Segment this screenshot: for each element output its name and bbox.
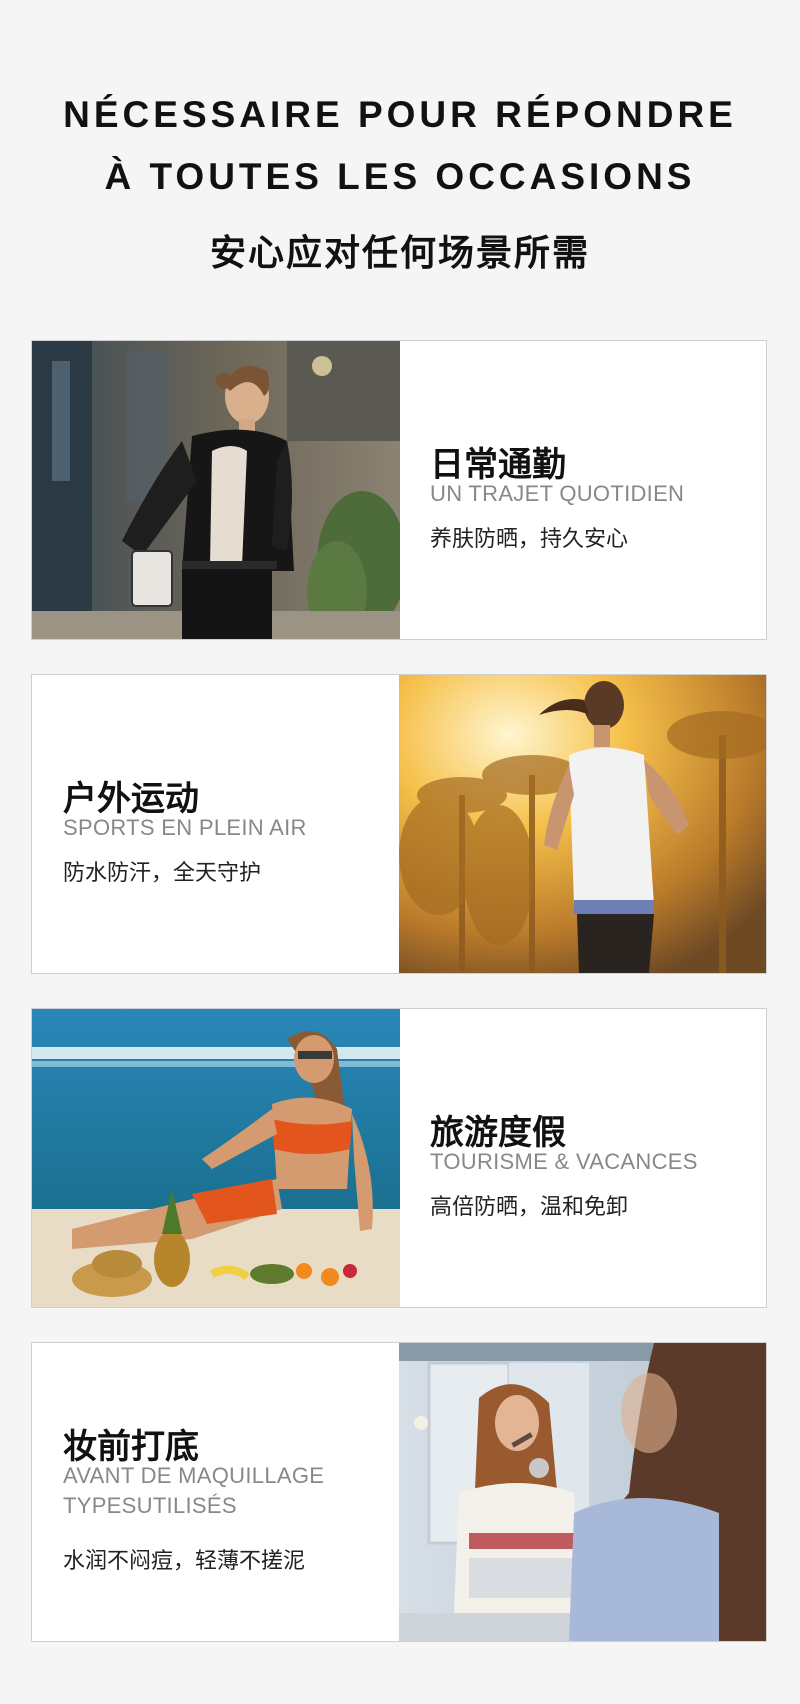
makeup-description: 水润不闷痘，轻薄不搓泥 (63, 1549, 306, 1574)
makeup-photo (399, 1343, 766, 1641)
commute-text: 日常通勤 UN TRAJET QUOTIDIEN 养肤防晒，持久安心 (399, 341, 766, 639)
travel-text: 旅游度假 TOURISME & VACANCES 高倍防晒，温和免卸 (399, 1009, 766, 1307)
scene-card-makeup-primer: 妆前打底 AVANT DE MAQUILLAGE TYPESUTILISÉS 水… (31, 1342, 767, 1642)
outdoor-photo (399, 675, 766, 973)
scene-card-outdoor-sports: 户外运动 SPORTS EN PLEIN AIR 防水防汗，全天守护 (31, 674, 767, 974)
woman-makeup-mirror-photo (399, 1343, 766, 1641)
travel-title-fr: TOURISME & VACANCES (430, 1149, 698, 1174)
commute-description: 养肤防晒，持久安心 (430, 527, 629, 552)
commute-photo (32, 341, 400, 639)
outdoor-text: 户外运动 SPORTS EN PLEIN AIR 防水防汗，全天守护 (32, 675, 400, 973)
travel-photo (32, 1009, 400, 1307)
outdoor-title-fr: SPORTS EN PLEIN AIR (63, 815, 307, 840)
commute-title-fr: UN TRAJET QUOTIDIEN (430, 481, 685, 506)
makeup-title-fr-line-1: AVANT DE MAQUILLAGE (63, 1463, 325, 1488)
headline-chinese: 安心应对任何场景所需 (209, 233, 590, 274)
woman-bikini-beach-photo (32, 1009, 400, 1307)
headline-line-2: À TOUTES LES OCCASIONS (104, 156, 696, 197)
woman-running-sunset-palms-photo (399, 675, 766, 973)
headline-line-1: NÉCESSAIRE POUR RÉPONDRE (63, 94, 737, 135)
makeup-text: 妆前打底 AVANT DE MAQUILLAGE TYPESUTILISÉS 水… (32, 1343, 400, 1641)
travel-description: 高倍防晒，温和免卸 (430, 1195, 629, 1220)
woman-commuting-street-photo (32, 341, 400, 639)
makeup-title-fr-line-2: TYPESUTILISÉS (63, 1493, 237, 1518)
outdoor-description: 防水防汗，全天守护 (63, 861, 262, 886)
scene-card-commute: 日常通勤 UN TRAJET QUOTIDIEN 养肤防晒，持久安心 (31, 340, 767, 640)
scene-card-travel: 旅游度假 TOURISME & VACANCES 高倍防晒，温和免卸 (31, 1008, 767, 1308)
